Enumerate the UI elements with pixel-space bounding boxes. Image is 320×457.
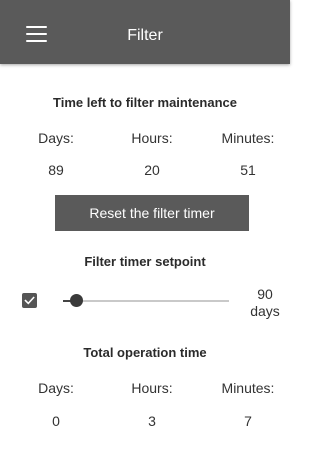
reset-filter-timer-button[interactable]: Reset the filter timer [55,195,249,231]
operation-heading: Total operation time [83,345,207,360]
maintenance-minutes-label: Minutes: [221,130,275,146]
operation-hours-label: Hours: [131,380,173,396]
setpoint-value: 90 days [240,286,290,320]
maintenance-heading: Time left to filter maintenance [53,95,237,110]
operation-minutes-label: Minutes: [221,380,275,396]
setpoint-value-number: 90 [257,286,273,302]
operation-days-value: 0 [52,413,60,429]
slider-track [63,300,229,302]
maintenance-minutes-value: 51 [240,162,256,178]
setpoint-slider[interactable] [63,293,229,311]
operation-days-label: Days: [38,380,74,396]
maintenance-days-label: Days: [38,130,74,146]
page-title: Filter [127,27,163,44]
maintenance-hours-label: Hours: [131,130,173,146]
setpoint-heading: Filter timer setpoint [84,254,206,269]
operation-minutes-value: 7 [244,413,252,429]
setpoint-enable-checkbox[interactable] [22,293,37,308]
check-icon [24,296,35,305]
setpoint-value-unit: days [250,303,280,319]
maintenance-hours-value: 20 [144,162,160,178]
maintenance-days-value: 89 [48,162,64,178]
operation-hours-value: 3 [148,413,156,429]
slider-thumb[interactable] [69,294,83,307]
app-bar: Filter [0,0,290,64]
